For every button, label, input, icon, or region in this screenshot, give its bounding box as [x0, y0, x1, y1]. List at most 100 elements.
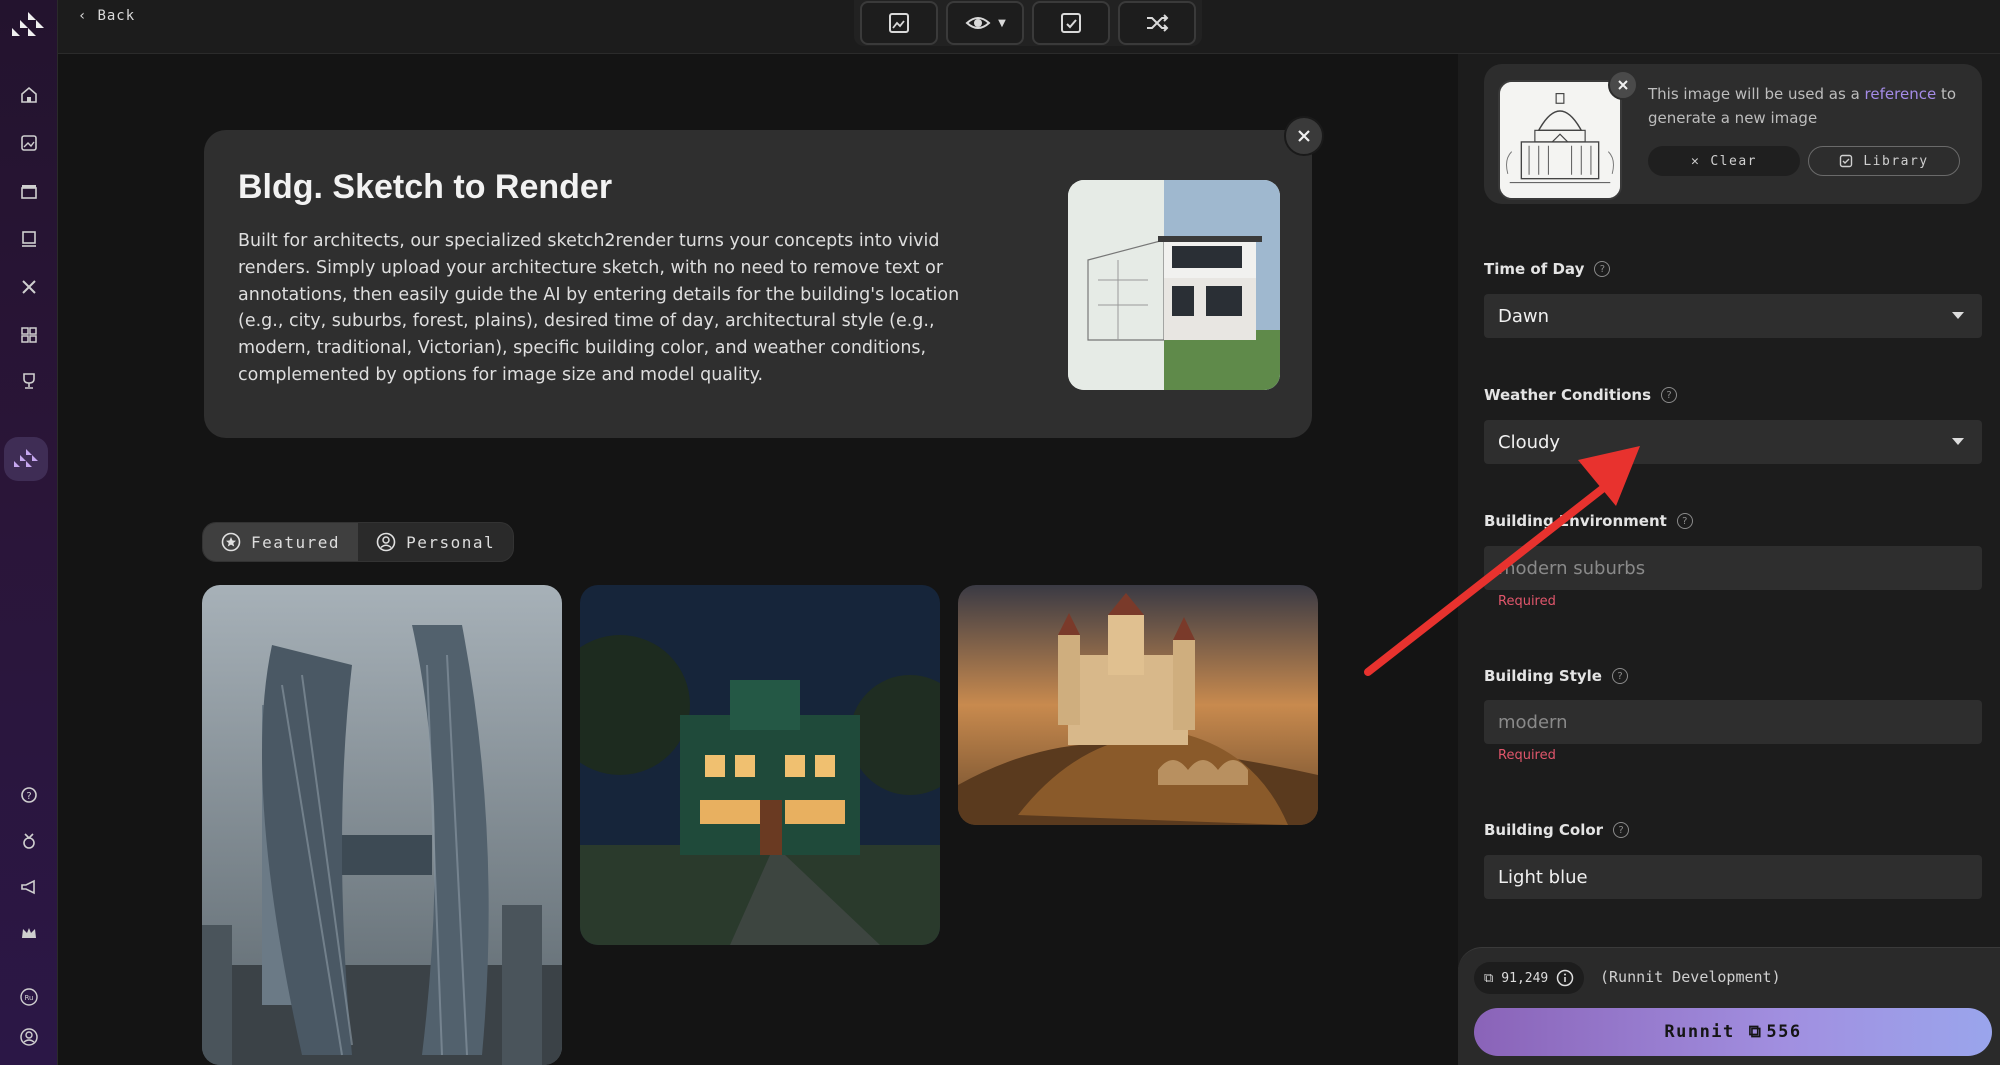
trophy-icon[interactable]	[12, 366, 46, 396]
chevron-left-icon: ‹	[78, 8, 88, 24]
gallery-view-button[interactable]	[860, 1, 938, 45]
image-check-icon	[1061, 13, 1081, 33]
main-content: Bldg. Sketch to Render Built for archite…	[58, 54, 1510, 1065]
clear-label: Clear	[1710, 153, 1757, 169]
app-description-card: Bldg. Sketch to Render Built for archite…	[204, 130, 1312, 438]
run-bar: ⧉ 91,249 (Runnit Development) Runnit ⧉ 5…	[1458, 947, 2000, 1065]
environment-label-text: Building Environment	[1484, 512, 1667, 530]
page-title: Bldg. Sketch to Render	[238, 168, 613, 206]
weather-value: Cloudy	[1498, 431, 1561, 453]
gallery-image-castle-sunset[interactable]	[958, 585, 1318, 825]
crown-icon[interactable]	[12, 918, 46, 948]
tools-icon[interactable]	[12, 272, 46, 302]
weather-conditions-label: Weather Conditions ?	[1484, 386, 1678, 404]
clapper-icon[interactable]	[12, 176, 46, 206]
svg-text:?: ?	[26, 791, 31, 802]
coins-icon: ⧉	[1748, 1022, 1763, 1042]
select-images-button[interactable]	[1032, 1, 1110, 45]
medal-icon[interactable]	[12, 826, 46, 856]
app-description: Built for architects, our specialized sk…	[238, 231, 960, 385]
back-button[interactable]: ‹ Back	[78, 8, 135, 24]
run-cost-value: 556	[1766, 1022, 1802, 1042]
reference-description: This image will be used as a reference t…	[1648, 82, 1968, 130]
library-button[interactable]: Library	[1808, 146, 1960, 176]
time-of-day-value: Dawn	[1498, 305, 1550, 327]
library-label: Library	[1863, 153, 1929, 169]
chevron-down-icon	[1952, 312, 1964, 319]
back-label: Back	[97, 8, 136, 24]
help-icon[interactable]: ?	[12, 780, 46, 810]
building-style-input[interactable]: modern	[1484, 700, 1982, 744]
close-icon	[1298, 130, 1310, 142]
color-value: Light blue	[1498, 866, 1588, 888]
settings-panel: This image will be used as a reference t…	[1458, 54, 2000, 1065]
library-icon[interactable]	[12, 224, 46, 254]
weather-label-text: Weather Conditions	[1484, 386, 1652, 404]
environment-placeholder: modern suburbs	[1498, 557, 1646, 579]
tab-personal-label: Personal	[406, 532, 496, 552]
help-icon[interactable]: ?	[1676, 513, 1693, 529]
gallery-image-green-house-night[interactable]	[580, 585, 940, 945]
tab-personal[interactable]: Personal	[358, 523, 513, 561]
style-label-text: Building Style	[1484, 667, 1602, 685]
help-icon[interactable]: ?	[1594, 261, 1611, 277]
shuffle-icon	[1147, 14, 1169, 32]
megaphone-icon[interactable]	[12, 872, 46, 902]
remove-reference-button[interactable]	[1608, 70, 1638, 100]
sketch-to-render-preview-image	[1068, 180, 1280, 390]
workspace-name: (Runnit Development)	[1600, 968, 1781, 986]
color-label-text: Building Color	[1484, 821, 1604, 839]
reference-text-before: This image will be used as a	[1648, 85, 1865, 103]
reference-image-box: This image will be used as a reference t…	[1484, 64, 1982, 204]
chevron-down-icon: ▼	[998, 17, 1006, 29]
eye-icon	[965, 17, 991, 29]
user-icon	[376, 532, 396, 552]
close-description-button[interactable]	[1284, 116, 1324, 156]
apps-grid-icon[interactable]	[12, 320, 46, 350]
reference-link[interactable]: reference	[1865, 85, 1937, 103]
credits-badge[interactable]: ⧉ 91,249	[1474, 962, 1585, 994]
close-icon	[1618, 80, 1628, 90]
shuffle-button[interactable]	[1118, 1, 1196, 45]
visibility-dropdown-button[interactable]: ▼	[946, 1, 1024, 45]
run-label: Runnit	[1664, 1022, 1735, 1042]
run-button[interactable]: Runnit ⧉ 556	[1474, 1008, 1992, 1056]
building-style-label: Building Style ?	[1484, 667, 1628, 685]
top-bar: ‹ Back ▼	[58, 0, 2000, 54]
environment-required-message: Required	[1498, 594, 1556, 609]
gallery-tabs: Featured Personal	[202, 522, 515, 562]
run-cost: ⧉ 556	[1749, 1022, 1802, 1042]
team-badge-icon[interactable]: Ru	[12, 982, 46, 1012]
time-of-day-select[interactable]: Dawn	[1484, 294, 1982, 338]
reference-image-thumbnail[interactable]	[1498, 80, 1622, 200]
time-of-day-label: Time of Day ?	[1484, 260, 1611, 278]
help-icon[interactable]: ?	[1661, 387, 1678, 403]
account-icon[interactable]	[12, 1022, 46, 1052]
style-required-message: Required	[1498, 748, 1556, 763]
building-environment-input[interactable]: modern suburbs	[1484, 546, 1982, 590]
help-icon[interactable]: ?	[1611, 668, 1628, 684]
runnit-logo-icon[interactable]	[8, 6, 48, 42]
building-environment-label: Building Environment ?	[1484, 512, 1693, 530]
info-icon	[1557, 969, 1574, 987]
gallery-icon[interactable]	[12, 128, 46, 158]
left-nav-rail: ? Ru	[0, 0, 58, 1065]
building-color-label: Building Color ?	[1484, 821, 1630, 839]
help-icon[interactable]: ?	[1613, 822, 1630, 838]
close-icon: ✕	[1691, 153, 1701, 169]
gallery-image-twisted-towers[interactable]	[202, 585, 562, 1065]
building-color-input[interactable]: Light blue	[1484, 855, 1982, 899]
style-placeholder: modern	[1498, 711, 1568, 733]
sketch-app-active-icon[interactable]	[4, 437, 48, 481]
svg-text:Ru: Ru	[25, 994, 34, 1002]
coins-icon: ⧉	[1484, 970, 1494, 986]
clear-reference-button[interactable]: ✕ Clear	[1648, 146, 1800, 176]
gallery-icon	[889, 13, 909, 33]
tab-featured-label: Featured	[251, 532, 341, 552]
star-icon	[221, 532, 241, 552]
checkbox-icon	[1840, 154, 1853, 168]
weather-conditions-select[interactable]: Cloudy	[1484, 420, 1982, 464]
tab-featured[interactable]: Featured	[203, 523, 359, 561]
home-icon[interactable]	[12, 80, 46, 110]
chevron-down-icon	[1952, 438, 1964, 445]
